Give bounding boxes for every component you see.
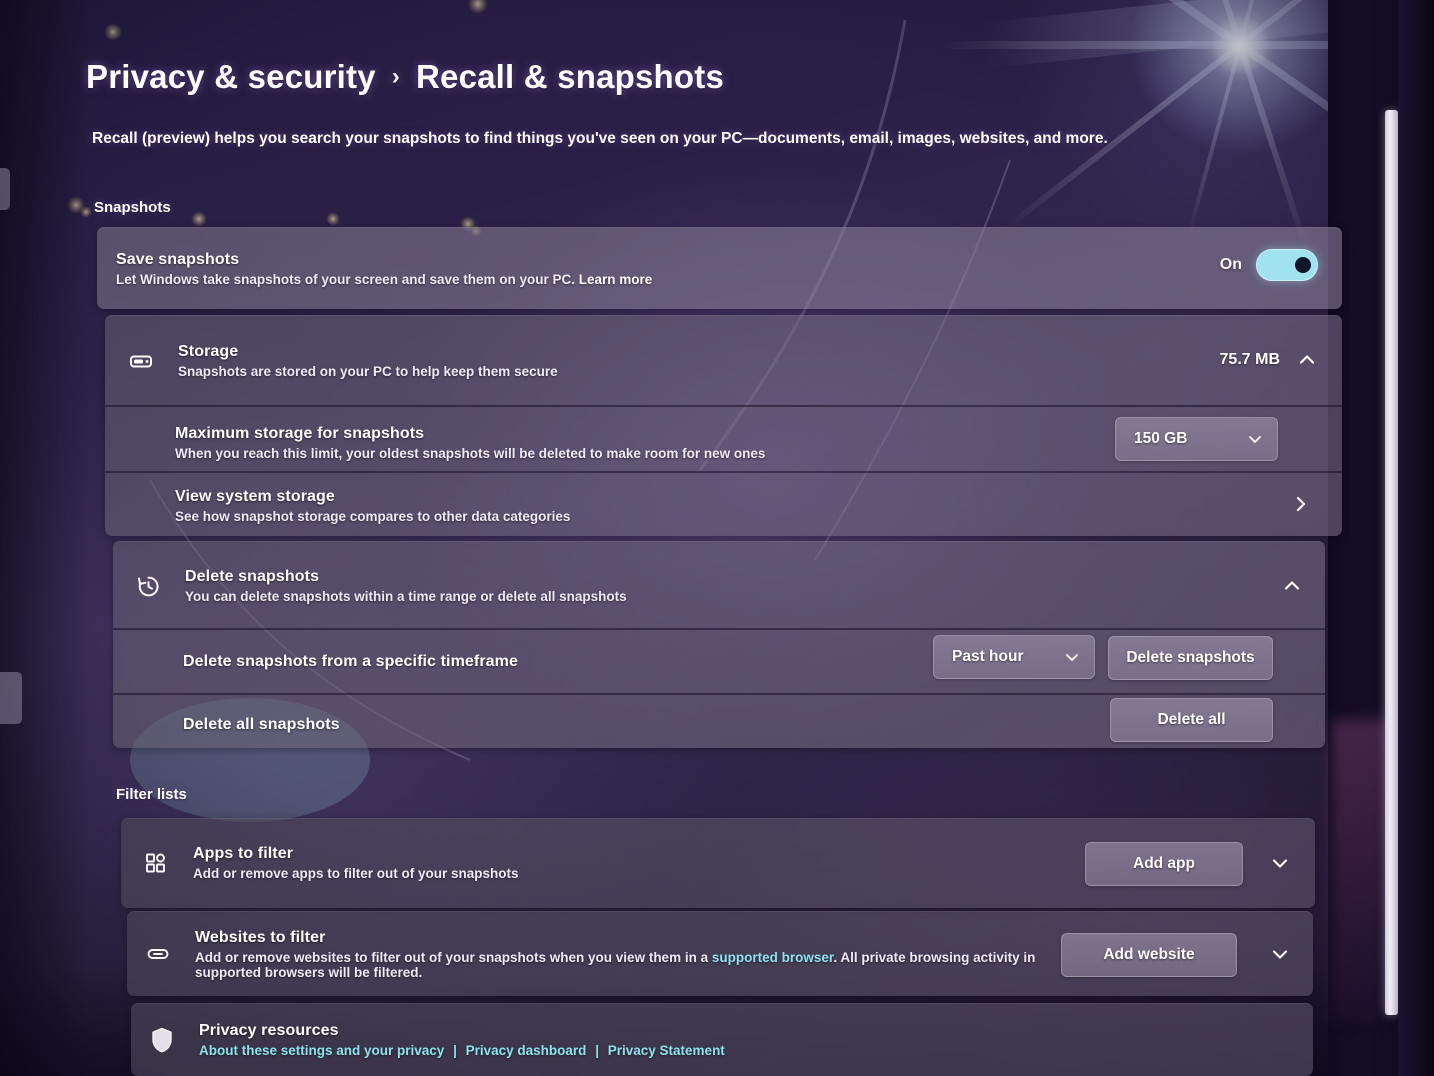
supported-browser-link[interactable]: supported browser [712,950,834,965]
save-snapshots-subtitle-text: Let Windows take snapshots of your scree… [116,272,579,287]
toggle-knob [1295,257,1311,273]
view-system-storage-title: View system storage [175,488,335,505]
learn-more-link[interactable]: Learn more [579,272,653,287]
delete-snapshots-subtitle: You can delete snapshots within a time r… [185,589,627,604]
link-separator-0: | [453,1043,457,1058]
delete-all-title: Delete all snapshots [183,716,340,733]
history-icon [131,569,165,603]
privacy-resources-row: Privacy resources About these settings a… [145,1011,1145,1069]
storage-group-card: Storage Snapshots are stored on your PC … [105,315,1342,536]
delete-all-button[interactable]: Delete all [1110,698,1273,742]
save-snapshots-card: Save snapshots Let Windows take snapshot… [97,227,1342,309]
delete-divider-2 [113,693,1325,695]
privacy-link-1[interactable]: Privacy dashboard [466,1043,587,1058]
storage-divider-1 [105,405,1342,407]
privacy-link-0[interactable]: About these settings and your privacy [199,1043,444,1058]
apps-to-filter-row[interactable]: Apps to filter Add or remove apps to fil… [139,834,1099,892]
link-separator-1: | [595,1043,599,1058]
storage-value: 75.7 MB [1219,351,1280,368]
save-snapshots-toggle-label: On [1219,256,1242,273]
delete-snapshots-group-card: Delete snapshots You can delete snapshot… [113,541,1325,748]
delete-all-row: Delete all snapshots [183,701,983,749]
add-website-button[interactable]: Add website [1061,933,1237,977]
chevron-down-icon [1064,649,1080,665]
link-icon [141,937,175,971]
section-heading-filter-lists: Filter lists [116,786,187,803]
chevron-down-icon [1247,431,1263,447]
delete-timeframe-row: Delete snapshots from a specific timefra… [183,636,983,688]
settings-page: Privacy & security › Recall & snapshots … [0,0,1434,1076]
delete-timeframe-dropdown[interactable]: Past hour [933,635,1095,679]
breadcrumb: Privacy & security › Recall & snapshots [86,58,724,96]
maximum-storage-title: Maximum storage for snapshots [175,425,425,442]
apps-to-filter-card: Apps to filter Add or remove apps to fil… [121,818,1315,908]
chevron-down-icon[interactable] [1267,941,1293,967]
view-system-storage-subtitle: See how snapshot storage compares to oth… [175,509,571,524]
chevron-up-icon[interactable] [1294,347,1320,373]
maximum-storage-row: Maximum storage for snapshots When you r… [175,415,1155,471]
storage-value-area: 75.7 MB [1220,347,1320,373]
maximum-storage-dropdown[interactable]: 150 GB [1115,417,1278,461]
websites-to-filter-card: Websites to filter Add or remove website… [127,911,1313,996]
maximum-storage-value: 150 GB [1134,430,1188,447]
chevron-right-icon: › [391,63,400,90]
storage-subtitle: Snapshots are stored on your PC to help … [178,364,558,379]
delete-divider-1 [113,628,1325,630]
privacy-resources-links: About these settings and your privacy | … [199,1043,725,1058]
add-app-button[interactable]: Add app [1085,842,1243,886]
apps-to-filter-subtitle: Add or remove apps to filter out of your… [193,866,519,881]
page-title: Recall & snapshots [415,58,725,95]
delete-timeframe-title: Delete snapshots from a specific timefra… [183,653,518,670]
delete-snapshots-title: Delete snapshots [185,568,320,585]
delete-snapshots-row[interactable]: Delete snapshots You can delete snapshot… [131,558,1181,614]
save-snapshots-subtitle: Let Windows take snapshots of your scree… [116,272,652,287]
save-snapshots-toggle[interactable] [1256,249,1318,281]
section-heading-snapshots: Snapshots [94,199,171,216]
chevron-right-icon[interactable] [1288,491,1314,517]
shield-icon [145,1023,179,1057]
view-system-storage-row[interactable]: View system storage See how snapshot sto… [175,481,1275,531]
storage-divider-2 [105,471,1342,473]
apps-to-filter-title: Apps to filter [193,845,294,862]
delete-snapshots-button[interactable]: Delete snapshots [1108,636,1273,680]
websites-to-filter-title: Websites to filter [195,928,326,946]
save-snapshots-title: Save snapshots [116,251,240,268]
privacy-link-2[interactable]: Privacy Statement [608,1043,725,1058]
maximum-storage-subtitle: When you reach this limit, your oldest s… [175,446,766,461]
chevron-up-icon[interactable] [1279,573,1305,599]
websites-to-filter-subtitle: Add or remove websites to filter out of … [195,950,1055,980]
page-description: Recall (preview) helps you search your s… [92,130,1108,147]
breadcrumb-parent[interactable]: Privacy & security [86,58,376,96]
privacy-resources-card: Privacy resources About these settings a… [131,1003,1313,1076]
websites-to-filter-row[interactable]: Websites to filter Add or remove website… [141,921,1201,987]
hard-drive-icon [124,344,158,378]
save-snapshots-row[interactable]: Save snapshots Let Windows take snapshot… [116,241,1216,297]
websites-subtitle-part1: Add or remove websites to filter out of … [195,949,712,965]
storage-title: Storage [178,343,239,360]
privacy-resources-title: Privacy resources [199,1022,339,1039]
apps-grid-icon [139,846,173,880]
save-snapshots-control: On [1220,249,1318,281]
delete-timeframe-value: Past hour [952,648,1024,665]
chevron-down-icon[interactable] [1267,850,1293,876]
storage-row[interactable]: Storage Snapshots are stored on your PC … [124,333,1174,389]
